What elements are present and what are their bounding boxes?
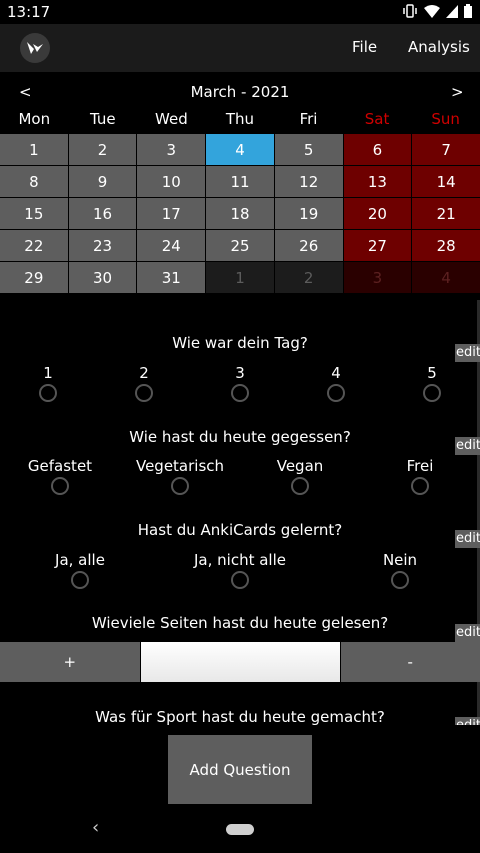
day-cell-next-month[interactable]: 3 xyxy=(343,262,412,293)
decrement-button[interactable]: - xyxy=(340,642,480,682)
day-cell[interactable]: 2 xyxy=(68,134,137,165)
day-cell[interactable]: 31 xyxy=(137,262,206,293)
weekday-label: Wed xyxy=(155,110,188,128)
next-month-button[interactable]: > xyxy=(451,83,464,101)
day-cell[interactable]: 18 xyxy=(206,198,274,229)
day-cell-next-month[interactable]: 1 xyxy=(206,262,274,293)
weekday-header: Mon Tue Wed Thu Fri Sat Sun xyxy=(0,110,480,132)
edit-button[interactable]: edit xyxy=(455,624,480,642)
signal-icon xyxy=(446,4,458,18)
option-label: Frei xyxy=(406,457,434,475)
edit-button[interactable]: edit xyxy=(455,437,480,455)
weekday-label: Mon xyxy=(18,110,51,128)
radio-button[interactable] xyxy=(411,477,429,495)
day-cell[interactable]: 29 xyxy=(0,262,68,293)
analysis-menu[interactable]: Analysis xyxy=(408,38,470,56)
status-time: 13:17 xyxy=(7,3,51,21)
radio-button[interactable] xyxy=(135,384,153,402)
day-cell[interactable]: 19 xyxy=(274,198,343,229)
day-cell-weekend[interactable]: 20 xyxy=(343,198,412,229)
day-cell-today[interactable]: 4 xyxy=(206,134,274,165)
day-cell[interactable]: 15 xyxy=(0,198,68,229)
day-cell[interactable]: 16 xyxy=(68,198,137,229)
option-label: Vegan xyxy=(276,457,324,475)
weekday-label: Fri xyxy=(299,110,318,128)
day-cell[interactable]: 11 xyxy=(206,166,274,197)
day-cell[interactable]: 30 xyxy=(68,262,137,293)
day-cell[interactable]: 10 xyxy=(137,166,206,197)
day-cell[interactable]: 3 xyxy=(137,134,206,165)
day-cell[interactable]: 22 xyxy=(0,230,68,261)
vibrate-icon xyxy=(403,4,417,18)
day-cell-weekend[interactable]: 14 xyxy=(412,166,480,197)
kivy-logo-icon[interactable] xyxy=(20,33,50,63)
weekday-label: Sat xyxy=(364,110,390,128)
day-cell[interactable]: 25 xyxy=(206,230,274,261)
day-cell[interactable]: 5 xyxy=(274,134,343,165)
calendar-grid: 1 2 3 4 5 6 7 8 9 10 11 12 13 14 15 16 1… xyxy=(0,134,480,293)
weekday-label: Tue xyxy=(90,110,116,128)
radio-button[interactable] xyxy=(423,384,441,402)
pages-input[interactable] xyxy=(140,642,340,682)
day-cell-weekend[interactable]: 28 xyxy=(412,230,480,261)
add-question-button[interactable]: Add Question xyxy=(168,735,312,804)
weekday-label: Thu xyxy=(225,110,255,128)
file-menu[interactable]: File xyxy=(352,38,377,56)
wifi-icon xyxy=(424,4,440,18)
radio-button[interactable] xyxy=(231,384,249,402)
radio-button[interactable] xyxy=(51,477,69,495)
day-cell-weekend[interactable]: 27 xyxy=(343,230,412,261)
status-icons xyxy=(402,4,472,18)
day-cell[interactable]: 12 xyxy=(274,166,343,197)
day-cell-weekend[interactable]: 21 xyxy=(412,198,480,229)
increment-button[interactable]: + xyxy=(0,642,140,682)
day-cell-next-month[interactable]: 4 xyxy=(412,262,480,293)
edit-button[interactable]: edit xyxy=(455,344,480,362)
radio-button[interactable] xyxy=(71,571,89,589)
option-label: Nein xyxy=(382,551,418,569)
day-cell[interactable]: 9 xyxy=(68,166,137,197)
question-title: Was für Sport hast du heute gemacht? xyxy=(95,708,385,726)
question-title: Wieviele Seiten hast du heute gelesen? xyxy=(91,614,389,632)
battery-icon xyxy=(464,4,472,18)
pages-stepper: + - xyxy=(0,642,480,682)
day-cell[interactable]: 1 xyxy=(0,134,68,165)
option-label: Ja, alle xyxy=(55,551,105,569)
radio-button[interactable] xyxy=(231,571,249,589)
weekday-label: Sun xyxy=(431,110,460,128)
radio-button[interactable] xyxy=(39,384,57,402)
day-cell-weekend[interactable]: 7 xyxy=(412,134,480,165)
radio-button[interactable] xyxy=(327,384,345,402)
day-cell-weekend[interactable]: 6 xyxy=(343,134,412,165)
option-label: 5 xyxy=(427,364,437,382)
back-icon[interactable]: ‹ xyxy=(92,817,99,838)
day-cell-next-month[interactable]: 2 xyxy=(274,262,343,293)
question-title: Wie war dein Tag? xyxy=(172,334,308,352)
system-nav-bar: ‹ xyxy=(0,805,480,853)
radio-button[interactable] xyxy=(291,477,309,495)
app-bar: File Analysis xyxy=(0,24,480,72)
option-label: Ja, nicht alle xyxy=(194,551,286,569)
day-cell[interactable]: 8 xyxy=(0,166,68,197)
home-pill-icon[interactable] xyxy=(226,824,254,835)
radio-button[interactable] xyxy=(171,477,189,495)
question-title: Wie hast du heute gegessen? xyxy=(129,428,351,446)
day-cell-weekend[interactable]: 13 xyxy=(343,166,412,197)
day-cell[interactable]: 26 xyxy=(274,230,343,261)
day-cell[interactable]: 17 xyxy=(137,198,206,229)
radio-button[interactable] xyxy=(391,571,409,589)
day-cell[interactable]: 23 xyxy=(68,230,137,261)
option-label: Vegetarisch xyxy=(135,457,225,475)
edit-button[interactable]: edit xyxy=(455,530,480,548)
option-label: Gefastet xyxy=(27,457,93,475)
edit-button[interactable]: edit xyxy=(455,717,480,725)
day-cell[interactable]: 24 xyxy=(137,230,206,261)
calendar-title: March - 2021 xyxy=(190,83,290,101)
question-title: Hast du AnkiCards gelernt? xyxy=(137,521,343,539)
status-bar: 13:17 xyxy=(0,0,480,24)
